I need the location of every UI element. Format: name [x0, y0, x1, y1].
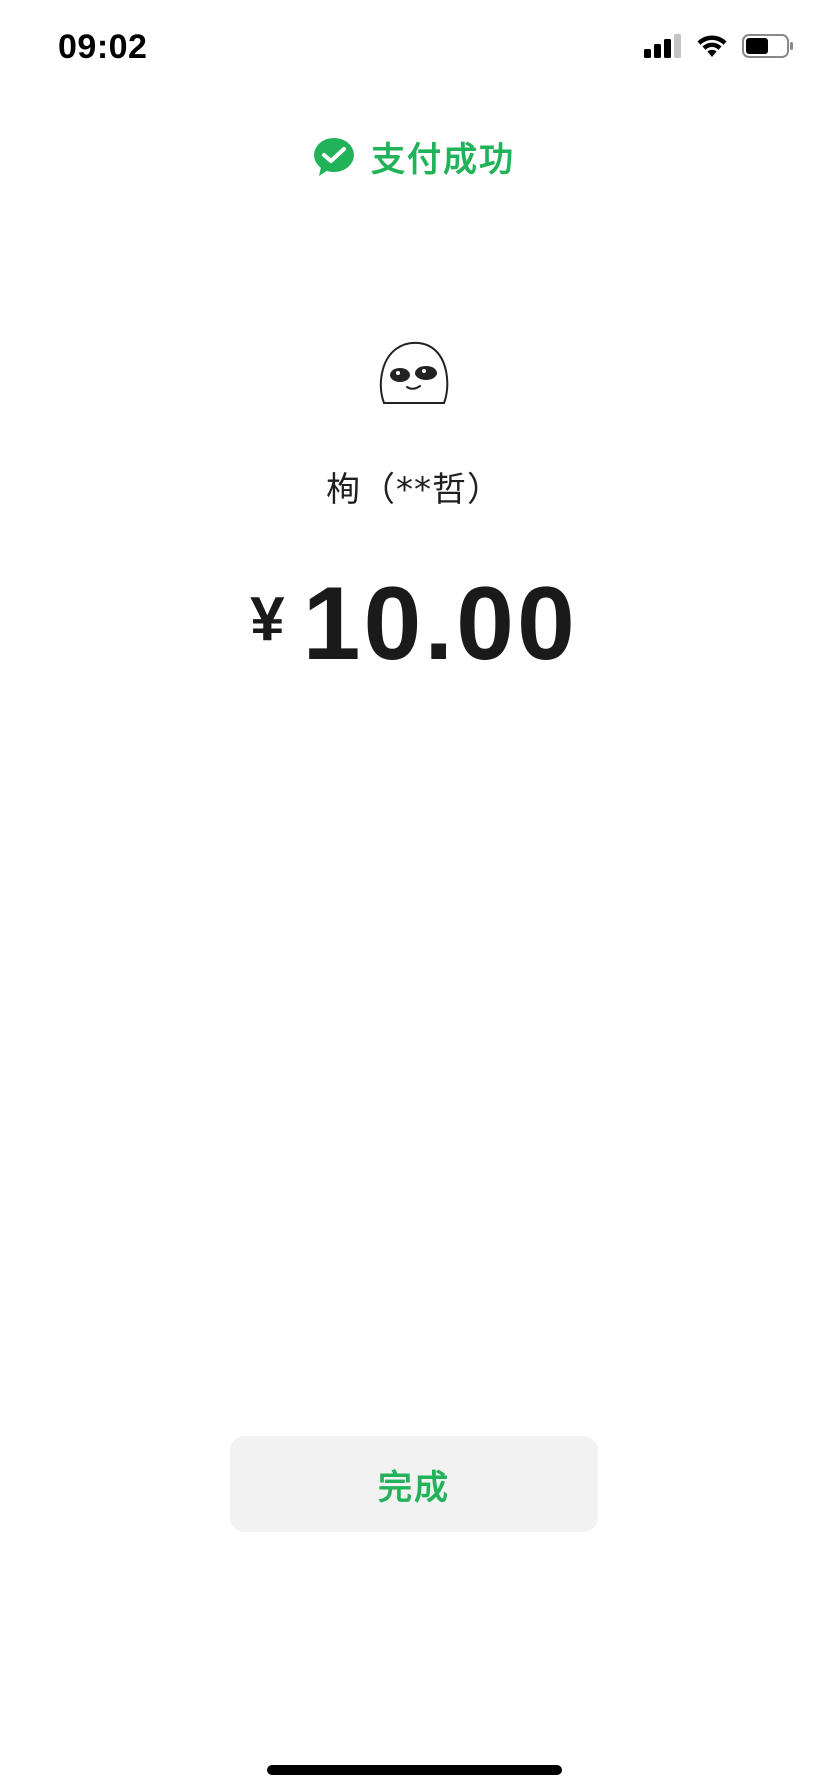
- payment-amount: ¥ 10.00: [0, 572, 828, 676]
- done-button-label: 完成: [378, 1467, 450, 1508]
- payee-name: 栒（**哲）: [326, 470, 502, 510]
- status-icons: [644, 34, 794, 62]
- done-button[interactable]: 完成: [230, 1436, 598, 1532]
- wifi-icon: [696, 34, 728, 62]
- battery-icon: [742, 34, 794, 62]
- cellular-signal-icon: [644, 34, 682, 62]
- home-indicator[interactable]: [267, 1765, 562, 1775]
- page-title: 支付成功: [371, 140, 515, 180]
- wechat-pay-icon: [313, 137, 355, 177]
- payment-success-header: 支付成功: [0, 132, 828, 181]
- status-time: 09:02: [58, 28, 148, 66]
- currency-symbol: ¥: [250, 585, 285, 654]
- amount-value: 10.00: [302, 566, 578, 682]
- payment-success-screen: 09:02 支付成功 栒（**哲） ¥ 10.00 完成: [0, 0, 828, 1792]
- avatar: [374, 335, 454, 425]
- status-bar: 09:02: [0, 0, 828, 100]
